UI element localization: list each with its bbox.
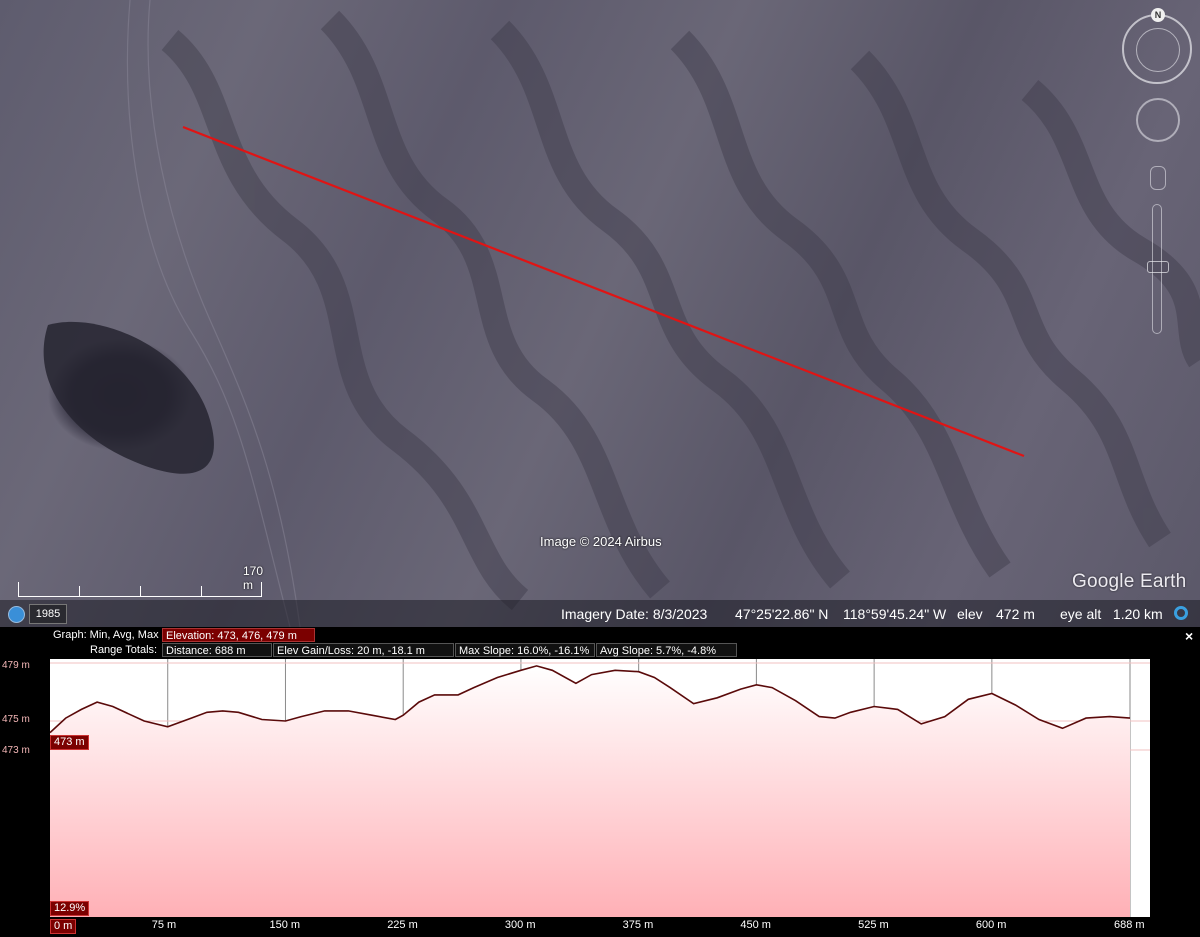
x-tick-label: 75 m	[151, 919, 177, 931]
zoom-slider-thumb[interactable]	[1147, 261, 1169, 273]
x-tick-label: 150 m	[269, 919, 301, 931]
latitude-readout: 47°25'22.86" N	[735, 606, 829, 622]
graph-label: Graph: Min, Avg, Max	[53, 629, 159, 641]
historical-year-button[interactable]: 1985	[29, 604, 67, 624]
scale-line	[18, 596, 262, 597]
avg-slope-field: Avg Slope: 5.7%, -4.8%	[596, 643, 737, 657]
close-profile-icon[interactable]: ×	[1185, 628, 1193, 644]
distance-field: Distance: 688 m	[162, 643, 272, 657]
range-totals-label: Range Totals:	[90, 644, 158, 656]
x-tick-label: 600 m	[975, 919, 1007, 931]
imagery-date: Imagery Date: 8/3/2023	[561, 606, 708, 622]
north-icon[interactable]: N	[1151, 8, 1165, 22]
eye-altitude-readout: eye alt 1.20 km	[1060, 606, 1163, 622]
x-tick-label: 525 m	[858, 919, 889, 931]
elevation-stats: Elevation: 473, 476, 479 m	[162, 628, 315, 642]
navigation-controls: N	[1118, 6, 1198, 346]
max-slope-field: Max Slope: 16.0%, -16.1%	[455, 643, 595, 657]
streaming-status-icon	[1174, 606, 1188, 620]
imagery-attribution: Image © 2024 Airbus	[540, 534, 662, 549]
tilt-control[interactable]	[1136, 28, 1180, 72]
historical-imagery-icon[interactable]	[8, 606, 25, 623]
measure-path-line[interactable]	[182, 125, 1025, 458]
map-view[interactable]: N Image © 2024 Airbus Google Earth 170 m	[0, 0, 1200, 627]
x-tick-label: 450 m	[740, 919, 771, 931]
google-earth-logo: Google Earth	[1072, 571, 1187, 592]
look-joystick[interactable]	[1136, 98, 1180, 142]
elevation-label: elev	[957, 606, 983, 622]
scale-tick	[261, 582, 262, 597]
longitude-readout: 118°59'45.24" W	[843, 606, 947, 622]
y-tick-label: 473 m	[2, 745, 30, 756]
scale-tick	[18, 582, 19, 597]
y-tick-label: 475 m	[2, 714, 30, 725]
x-tick-label: 375 m	[622, 919, 654, 931]
compass-ring[interactable]: N	[1122, 8, 1192, 84]
gain-loss-field: Elev Gain/Loss: 20 m, -18.1 m	[273, 643, 454, 657]
x-tick-label: 688 m	[1114, 919, 1145, 931]
y-tick-label: 479 m	[2, 660, 30, 671]
x-tick-label: 300 m	[504, 919, 536, 931]
cursor-slope-tag: 12.9%	[50, 901, 90, 916]
elevation-readout: 472 m	[996, 606, 1035, 622]
elevation-profile-chart[interactable]	[50, 659, 1150, 917]
cursor-distance-tag: 0 m	[50, 919, 77, 934]
terrain-texture	[43, 0, 1200, 627]
street-view-person-icon[interactable]	[1150, 166, 1166, 190]
scale-bar: 170 m	[18, 564, 263, 597]
x-tick-label: 225 m	[387, 919, 418, 931]
cursor-elevation-tag: 473 m	[50, 735, 89, 750]
